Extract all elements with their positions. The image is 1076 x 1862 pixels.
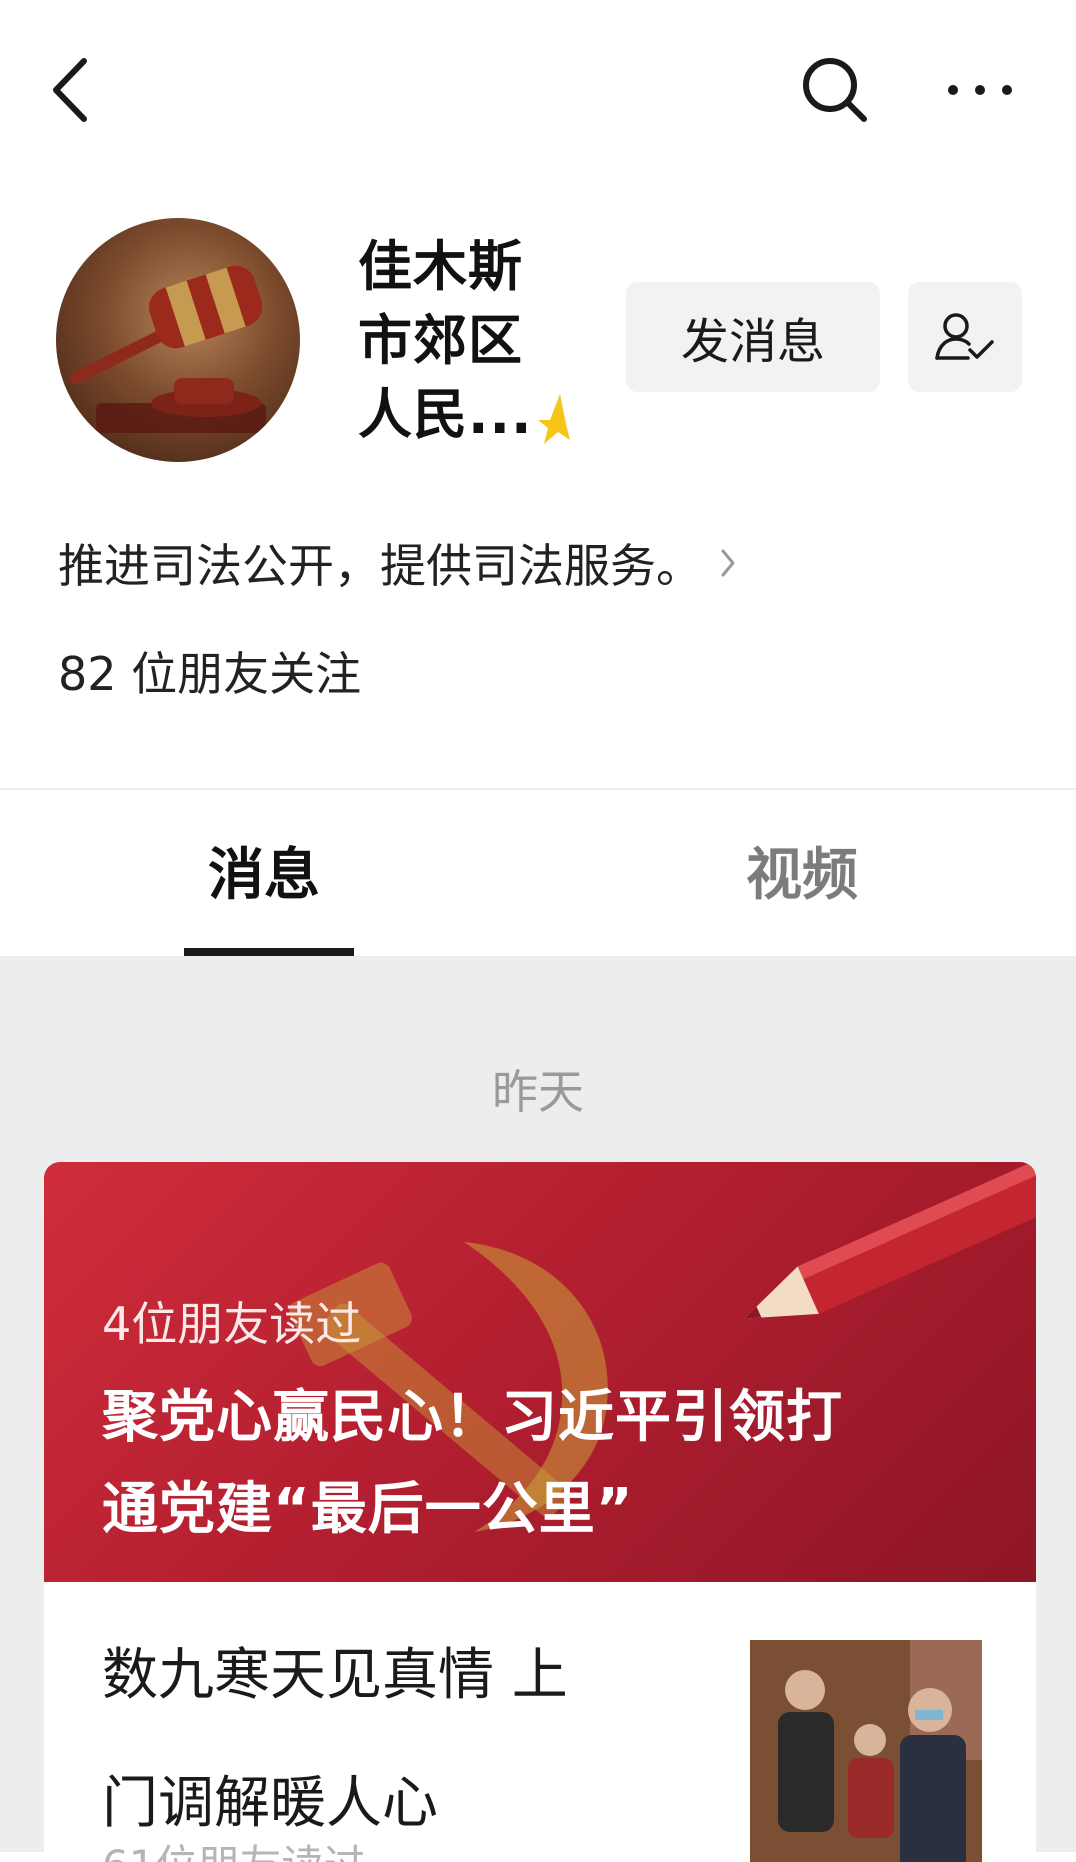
active-tab-indicator xyxy=(184,948,354,956)
people-photo-image xyxy=(750,1640,982,1862)
chevron-left-icon xyxy=(53,58,87,122)
article-card[interactable]: 4位朋友读过 聚党心赢民心！习近平引领打 通党建“最后一公里” 数九寒天见真情 … xyxy=(44,1162,1036,1862)
sub-article-title: 数九寒天见真情 上 门调解暖人心 xyxy=(102,1612,682,1862)
followed-user-icon xyxy=(935,313,994,360)
account-name: 佳木斯 市郊区 人民... xyxy=(358,230,558,452)
account-name-line: 市郊区 xyxy=(358,309,523,372)
search-button[interactable] xyxy=(790,50,880,130)
tab-messages[interactable]: 消息 xyxy=(208,830,320,911)
followers-count[interactable]: 82 位朋友关注 xyxy=(58,638,361,704)
followed-button[interactable] xyxy=(908,282,1022,392)
sub-article-readers-count: 61位朋友读过 xyxy=(102,1832,365,1862)
message-feed: 昨天 4位朋友读过 聚党心赢民心！习近平引领打 通党建“最后一公里” 数九寒天见… xyxy=(0,956,1076,1862)
chevron-right-icon xyxy=(720,548,736,578)
sub-title-line: 数九寒天见真情 上 xyxy=(102,1643,568,1708)
featured-article-title: 聚党心赢民心！习近平引领打 通党建“最后一公里” xyxy=(102,1372,1002,1556)
avatar[interactable] xyxy=(56,218,300,462)
account-name-line: 人民... xyxy=(358,383,533,446)
featured-title-line: 聚党心赢民心！习近平引领打 xyxy=(102,1385,843,1450)
top-bar xyxy=(0,0,1076,190)
sub-article-thumbnail xyxy=(750,1640,982,1862)
gavel-icon xyxy=(70,265,266,433)
verified-badge-icon xyxy=(538,394,570,444)
send-message-button[interactable]: 发消息 xyxy=(626,282,880,392)
tab-videos[interactable]: 视频 xyxy=(746,830,858,911)
sub-article[interactable]: 数九寒天见真情 上 门调解暖人心 61位朋友读过 xyxy=(44,1582,1036,1862)
more-button[interactable] xyxy=(930,50,1030,130)
search-icon xyxy=(803,58,867,122)
more-horizontal-icon xyxy=(948,85,1012,95)
back-button[interactable] xyxy=(40,50,100,130)
account-description-text: 推进司法公开，提供司法服务。 xyxy=(58,539,702,593)
account-profile: 佳木斯 市郊区 人民... 发消息 推进司法公开，提供司法服务。 82 位朋友关… xyxy=(0,190,1076,790)
tab-bar: 消息 视频 xyxy=(0,790,1076,956)
date-separator: 昨天 xyxy=(492,1065,584,1119)
account-name-line: 佳木斯 xyxy=(358,235,523,298)
featured-article[interactable]: 4位朋友读过 聚党心赢民心！习近平引领打 通党建“最后一公里” xyxy=(44,1162,1036,1582)
featured-title-line: 通党建“最后一公里” xyxy=(102,1477,634,1542)
account-description[interactable]: 推进司法公开，提供司法服务。 xyxy=(58,530,1018,596)
featured-readers-count: 4位朋友读过 xyxy=(102,1297,362,1351)
